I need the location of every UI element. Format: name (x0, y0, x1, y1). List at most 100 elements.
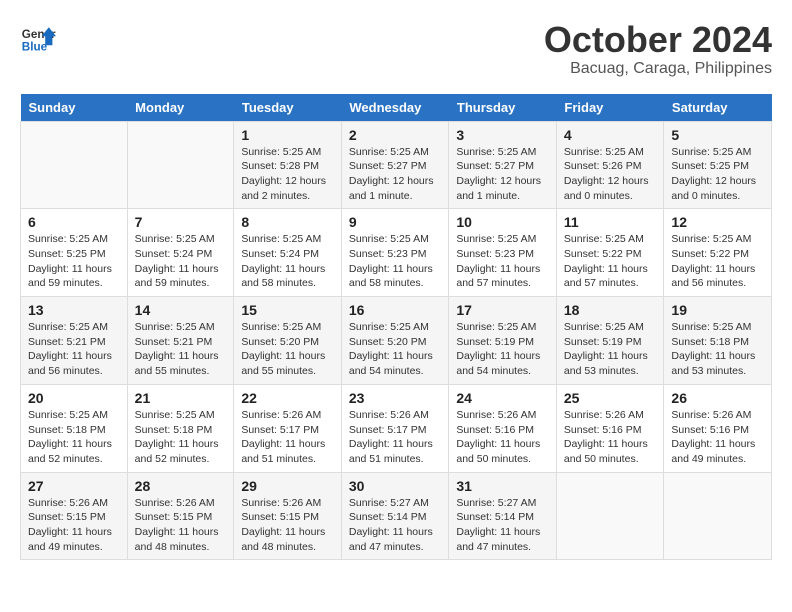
day-info: Sunrise: 5:26 AM Sunset: 5:17 PM Dayligh… (241, 408, 334, 467)
day-info: Sunrise: 5:25 AM Sunset: 5:25 PM Dayligh… (671, 145, 764, 204)
day-number: 31 (456, 478, 549, 494)
day-info: Sunrise: 5:25 AM Sunset: 5:21 PM Dayligh… (135, 320, 227, 379)
calendar-cell: 29 Sunrise: 5:26 AM Sunset: 5:15 PM Dayli… (234, 472, 342, 560)
day-number: 30 (349, 478, 442, 494)
day-info: Sunrise: 5:26 AM Sunset: 5:15 PM Dayligh… (135, 496, 227, 555)
day-info: Sunrise: 5:25 AM Sunset: 5:25 PM Dayligh… (28, 232, 120, 291)
calendar-cell: 15 Sunrise: 5:25 AM Sunset: 5:20 PM Dayli… (234, 297, 342, 385)
calendar-cell (664, 472, 772, 560)
col-header-saturday: Saturday (664, 94, 772, 122)
day-info: Sunrise: 5:26 AM Sunset: 5:16 PM Dayligh… (564, 408, 657, 467)
day-number: 18 (564, 302, 657, 318)
calendar-cell: 19 Sunrise: 5:25 AM Sunset: 5:18 PM Dayli… (664, 297, 772, 385)
calendar-cell: 25 Sunrise: 5:26 AM Sunset: 5:16 PM Dayli… (556, 384, 664, 472)
calendar-cell: 28 Sunrise: 5:26 AM Sunset: 5:15 PM Dayli… (127, 472, 234, 560)
day-number: 5 (671, 127, 764, 143)
calendar-cell: 8 Sunrise: 5:25 AM Sunset: 5:24 PM Daylig… (234, 209, 342, 297)
location-title: Bacuag, Caraga, Philippines (544, 60, 772, 78)
day-info: Sunrise: 5:25 AM Sunset: 5:24 PM Dayligh… (241, 232, 334, 291)
col-header-friday: Friday (556, 94, 664, 122)
day-number: 27 (28, 478, 120, 494)
day-number: 7 (135, 214, 227, 230)
calendar-week-1: 1Sunrise: 5:25 AM Sunset: 5:28 PM Daylig… (21, 121, 772, 209)
day-number: 1 (241, 127, 334, 143)
day-info: Sunrise: 5:26 AM Sunset: 5:15 PM Dayligh… (28, 496, 120, 555)
calendar-week-2: 6 Sunrise: 5:25 AM Sunset: 5:25 PM Daylig… (21, 209, 772, 297)
day-info: Sunrise: 5:25 AM Sunset: 5:21 PM Dayligh… (28, 320, 120, 379)
day-info: Sunrise: 5:26 AM Sunset: 5:16 PM Dayligh… (671, 408, 764, 467)
calendar-cell: 18Sunrise: 5:25 AM Sunset: 5:19 PM Dayli… (556, 297, 664, 385)
day-info: Sunrise: 5:25 AM Sunset: 5:24 PM Dayligh… (135, 232, 227, 291)
day-info: Sunrise: 5:26 AM Sunset: 5:15 PM Dayligh… (241, 496, 334, 555)
calendar-week-4: 20 Sunrise: 5:25 AM Sunset: 5:18 PM Dayli… (21, 384, 772, 472)
day-info: Sunrise: 5:25 AM Sunset: 5:23 PM Dayligh… (456, 232, 549, 291)
month-title: October 2024 (544, 20, 772, 60)
day-number: 4 (564, 127, 657, 143)
day-number: 3 (456, 127, 549, 143)
calendar-cell: 5 Sunrise: 5:25 AM Sunset: 5:25 PM Daylig… (664, 121, 772, 209)
logo: General Blue (20, 20, 56, 56)
day-number: 8 (241, 214, 334, 230)
calendar-cell (21, 121, 128, 209)
col-header-thursday: Thursday (449, 94, 557, 122)
calendar-cell: 6 Sunrise: 5:25 AM Sunset: 5:25 PM Daylig… (21, 209, 128, 297)
calendar-cell: 30 Sunrise: 5:27 AM Sunset: 5:14 PM Dayli… (341, 472, 449, 560)
calendar-cell: 12 Sunrise: 5:25 AM Sunset: 5:22 PM Dayli… (664, 209, 772, 297)
day-number: 9 (349, 214, 442, 230)
calendar-cell: 27 Sunrise: 5:26 AM Sunset: 5:15 PM Dayli… (21, 472, 128, 560)
col-header-monday: Monday (127, 94, 234, 122)
day-number: 15 (241, 302, 334, 318)
day-info: Sunrise: 5:25 AM Sunset: 5:27 PM Dayligh… (456, 145, 549, 204)
calendar-header-row: SundayMondayTuesdayWednesdayThursdayFrid… (21, 94, 772, 122)
day-number: 22 (241, 390, 334, 406)
title-block: October 2024 Bacuag, Caraga, Philippines (544, 20, 772, 78)
day-info: Sunrise: 5:25 AM Sunset: 5:22 PM Dayligh… (564, 232, 657, 291)
calendar-cell: 14 Sunrise: 5:25 AM Sunset: 5:21 PM Dayli… (127, 297, 234, 385)
day-info: Sunrise: 5:27 AM Sunset: 5:14 PM Dayligh… (456, 496, 549, 555)
day-number: 28 (135, 478, 227, 494)
col-header-wednesday: Wednesday (341, 94, 449, 122)
calendar-cell: 4 Sunrise: 5:25 AM Sunset: 5:26 PM Daylig… (556, 121, 664, 209)
day-number: 11 (564, 214, 657, 230)
calendar-cell: 7 Sunrise: 5:25 AM Sunset: 5:24 PM Daylig… (127, 209, 234, 297)
day-info: Sunrise: 5:26 AM Sunset: 5:17 PM Dayligh… (349, 408, 442, 467)
day-info: Sunrise: 5:25 AM Sunset: 5:18 PM Dayligh… (671, 320, 764, 379)
calendar-cell: 9 Sunrise: 5:25 AM Sunset: 5:23 PM Daylig… (341, 209, 449, 297)
calendar-cell (556, 472, 664, 560)
calendar-cell: 22 Sunrise: 5:26 AM Sunset: 5:17 PM Dayli… (234, 384, 342, 472)
calendar-cell: 26 Sunrise: 5:26 AM Sunset: 5:16 PM Dayli… (664, 384, 772, 472)
day-info: Sunrise: 5:25 AM Sunset: 5:18 PM Dayligh… (28, 408, 120, 467)
calendar-cell: 17 Sunrise: 5:25 AM Sunset: 5:19 PM Dayli… (449, 297, 557, 385)
day-number: 29 (241, 478, 334, 494)
calendar-cell: 31 Sunrise: 5:27 AM Sunset: 5:14 PM Dayli… (449, 472, 557, 560)
day-info: Sunrise: 5:25 AM Sunset: 5:22 PM Dayligh… (671, 232, 764, 291)
day-info: Sunrise: 5:25 AM Sunset: 5:18 PM Dayligh… (135, 408, 227, 467)
day-info: Sunrise: 5:25 AM Sunset: 5:20 PM Dayligh… (349, 320, 442, 379)
day-number: 13 (28, 302, 120, 318)
day-number: 19 (671, 302, 764, 318)
day-number: 26 (671, 390, 764, 406)
day-number: 16 (349, 302, 442, 318)
calendar-week-5: 27 Sunrise: 5:26 AM Sunset: 5:15 PM Dayli… (21, 472, 772, 560)
day-info: Sunrise: 5:25 AM Sunset: 5:20 PM Dayligh… (241, 320, 334, 379)
day-info: Sunrise: 5:27 AM Sunset: 5:14 PM Dayligh… (349, 496, 442, 555)
calendar-cell (127, 121, 234, 209)
day-number: 24 (456, 390, 549, 406)
day-number: 6 (28, 214, 120, 230)
day-info: Sunrise: 5:25 AM Sunset: 5:23 PM Dayligh… (349, 232, 442, 291)
day-number: 14 (135, 302, 227, 318)
calendar-cell: 3 Sunrise: 5:25 AM Sunset: 5:27 PM Daylig… (449, 121, 557, 209)
day-info: Sunrise: 5:26 AM Sunset: 5:16 PM Dayligh… (456, 408, 549, 467)
calendar-cell: 20 Sunrise: 5:25 AM Sunset: 5:18 PM Dayli… (21, 384, 128, 472)
day-number: 23 (349, 390, 442, 406)
day-info: Sunrise: 5:25 AM Sunset: 5:19 PM Dayligh… (456, 320, 549, 379)
day-number: 12 (671, 214, 764, 230)
calendar-table: SundayMondayTuesdayWednesdayThursdayFrid… (20, 94, 772, 561)
day-info: Sunrise: 5:25 AM Sunset: 5:26 PM Dayligh… (564, 145, 657, 204)
calendar-cell: 10 Sunrise: 5:25 AM Sunset: 5:23 PM Dayli… (449, 209, 557, 297)
day-number: 20 (28, 390, 120, 406)
day-number: 25 (564, 390, 657, 406)
day-number: 10 (456, 214, 549, 230)
calendar-cell: 11 Sunrise: 5:25 AM Sunset: 5:22 PM Dayli… (556, 209, 664, 297)
day-number: 17 (456, 302, 549, 318)
